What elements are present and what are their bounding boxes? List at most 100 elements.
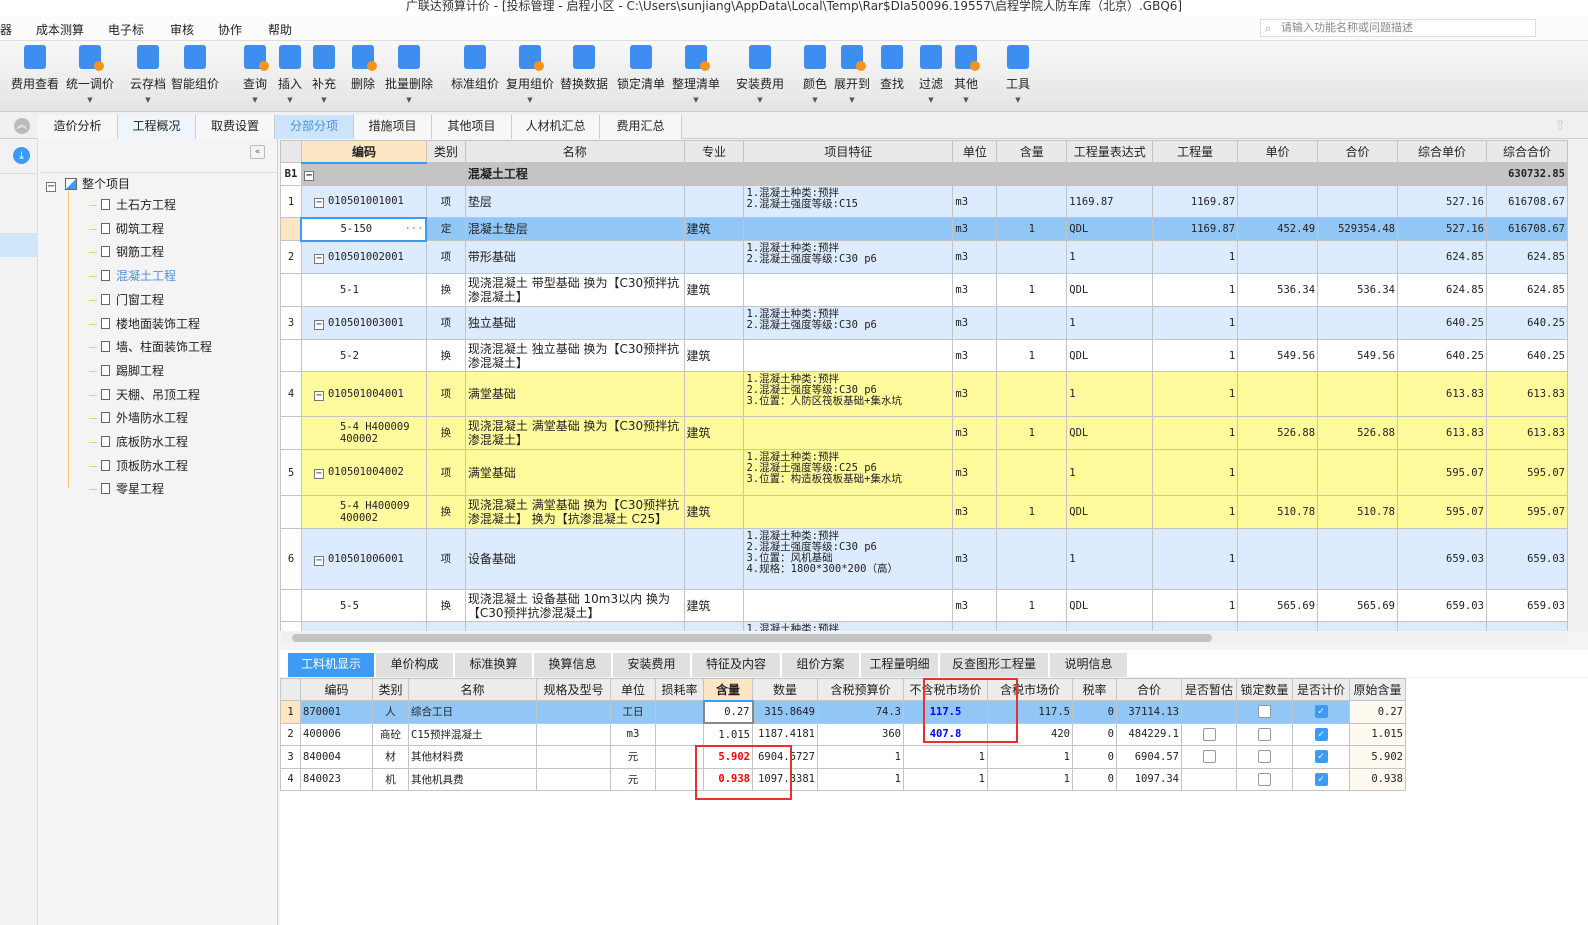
table-row[interactable]: 5-5 换 现浇混凝土 设备基础 10m3以内 换为【C30预拌抗渗混凝土】 建筑 m3…: [280, 589, 1568, 622]
cell-[interactable]: [280, 589, 302, 622]
cell-编码[interactable]: −010501002001: [300, 240, 427, 274]
detail-tab-0[interactable]: 工料机显示: [288, 653, 376, 677]
tree-item[interactable]: 零星工程: [89, 480, 164, 497]
priced-checkbox[interactable]: ✓: [1314, 772, 1328, 786]
column-header[interactable]: 专业: [683, 140, 745, 163]
column-header[interactable]: 编码: [300, 140, 427, 164]
cell-工程量[interactable]: 1: [1152, 449, 1239, 496]
cell-不含税市场价[interactable]: 1: [903, 767, 988, 791]
cell-损耗率[interactable]: [655, 700, 704, 724]
cell-名称[interactable]: 设备基础: [464, 528, 685, 590]
column-header[interactable]: 合价: [1317, 140, 1399, 163]
cell-编码[interactable]: [300, 621, 427, 631]
cell-综合单价[interactable]: 613.83: [1397, 371, 1487, 417]
cell-数量[interactable]: 1187.4181: [752, 722, 818, 746]
cell-专业[interactable]: [683, 240, 745, 274]
toolbar-button-18[interactable]: 过滤 ▼: [919, 45, 943, 104]
toolbar-button-5[interactable]: 插入 ▼: [278, 45, 302, 104]
column-header[interactable]: 合价: [1116, 678, 1182, 701]
cell-专业[interactable]: 建筑: [683, 589, 745, 622]
table-row[interactable]: 5-4 H400009 400002 换 现浇混凝土 满堂基础 换为【C30预拌抗渗…: [280, 495, 1568, 529]
cell-工程量表达式[interactable]: QDL: [1066, 416, 1154, 450]
cell-编码[interactable]: 5-150 ···: [300, 216, 428, 242]
lock-quantity-checkbox[interactable]: [1258, 727, 1271, 741]
menu-item[interactable]: 协作: [218, 21, 242, 38]
cell-编码[interactable]: 400006: [300, 722, 373, 746]
cell-税率[interactable]: 0: [1072, 767, 1117, 791]
column-header[interactable]: 税率: [1072, 678, 1117, 701]
lock-quantity-checkbox[interactable]: [1258, 772, 1271, 786]
more-icon[interactable]: ···: [404, 223, 423, 235]
cell-[interactable]: [280, 339, 302, 372]
cell-类别[interactable]: 换: [425, 339, 466, 372]
cell-项目特征[interactable]: 1.混凝土种类:预拌: [743, 621, 954, 631]
cell-合价[interactable]: [1317, 528, 1399, 590]
tab-5[interactable]: 其他项目: [432, 115, 512, 139]
cell-专业[interactable]: 建筑: [683, 339, 745, 372]
cell-名称[interactable]: 混凝土垫层: [464, 217, 685, 241]
cell-专业[interactable]: 建筑: [683, 495, 745, 529]
cell-[interactable]: 2: [280, 240, 302, 274]
detail-tab-1[interactable]: 单价构成: [376, 653, 455, 677]
cell-合价[interactable]: 529354.48: [1317, 217, 1399, 241]
cell-综合单价[interactable]: 595.07: [1397, 449, 1487, 496]
cell-项目特征[interactable]: 1.混凝土种类:预拌 2.混凝土强度等级:C30 p6 3.位置：风机基础 4.…: [743, 528, 954, 590]
cell-名称[interactable]: 现浇混凝土 满堂基础 换为【C30预拌抗渗混凝土】: [464, 416, 685, 450]
collapse-icon[interactable]: −: [313, 319, 324, 330]
cell-合价[interactable]: 526.88: [1317, 416, 1399, 450]
cell-合价[interactable]: 549.56: [1317, 339, 1399, 372]
cell-单位[interactable]: m3: [952, 306, 998, 340]
collapse-up-icon[interactable]: ︽: [14, 118, 30, 134]
cell-综合单价[interactable]: 595.07: [1397, 495, 1487, 529]
toolbar-button-16[interactable]: 展开到 ▼: [834, 45, 870, 104]
cell-项目特征[interactable]: [743, 339, 954, 372]
tree-item[interactable]: 混凝土工程: [89, 267, 176, 284]
cell-工程量表达式[interactable]: 1: [1066, 240, 1154, 274]
cell-规格及型号[interactable]: [536, 745, 611, 769]
cell-项目特征[interactable]: [743, 416, 954, 450]
cell-名称[interactable]: 独立基础: [464, 306, 685, 340]
tab-2[interactable]: 取费设置: [196, 115, 275, 139]
cell-单位[interactable]: m3: [952, 185, 998, 218]
cell-单价[interactable]: 536.34: [1237, 273, 1319, 307]
menu-item[interactable]: 器: [0, 21, 12, 38]
dropdown-arrow-icon[interactable]: ▼: [672, 96, 720, 104]
cell-类别[interactable]: [425, 162, 466, 186]
cell-编码[interactable]: −010501003001: [300, 306, 427, 340]
cell-项目特征[interactable]: [743, 495, 954, 529]
cell-综合合价[interactable]: 624.85: [1485, 240, 1568, 274]
table-row[interactable]: 5-1 换 现浇混凝土 带型基础 换为【C30预拌抗渗混凝土】 建筑 m3 1 QDL 1 53…: [280, 273, 1568, 307]
cell-类别[interactable]: 定: [425, 217, 466, 241]
cell-含量[interactable]: 1: [996, 589, 1068, 622]
cell-类别[interactable]: 材: [372, 745, 409, 769]
dropdown-arrow-icon[interactable]: ▼: [803, 96, 827, 104]
tab-1[interactable]: 工程概况: [118, 115, 196, 139]
cell-名称[interactable]: 混凝土工程: [464, 162, 685, 186]
cell-工程量表达式[interactable]: 1: [1066, 371, 1154, 417]
column-header[interactable]: 项目特征: [743, 140, 954, 163]
detail-tab-8[interactable]: 反查图形工程量: [940, 653, 1050, 677]
cell-综合合价[interactable]: 613.83: [1485, 371, 1568, 417]
cell-编码[interactable]: −010501006001: [300, 528, 427, 590]
column-header[interactable]: 是否计价: [1292, 678, 1350, 701]
cell-类别[interactable]: 项: [425, 449, 466, 496]
cell-名称[interactable]: 现浇混凝土 独立基础 换为【C30预拌抗渗混凝土】: [464, 339, 685, 372]
column-header[interactable]: 综合单价: [1397, 140, 1487, 163]
dropdown-arrow-icon[interactable]: ▼: [243, 96, 267, 104]
cell-单位[interactable]: m3: [952, 371, 998, 417]
cell-工程量表达式[interactable]: QDL: [1066, 339, 1154, 372]
toolbar-button-3[interactable]: 智能组价: [171, 45, 219, 92]
cell-专业[interactable]: [683, 185, 745, 218]
detail-tab-9[interactable]: 说明信息: [1050, 653, 1129, 677]
cell-含量[interactable]: 1.015: [703, 722, 753, 746]
table-row[interactable]: 1 870001 人综合工日 工日 0.27 315.8649 74.3 117.5 117.5…: [280, 699, 1406, 724]
cell-[interactable]: 4: [280, 371, 302, 417]
cell-[interactable]: 5: [280, 449, 302, 496]
dropdown-arrow-icon[interactable]: ▼: [506, 96, 554, 104]
scrollbar-thumb[interactable]: [292, 634, 1212, 642]
cell-单价[interactable]: 549.56: [1237, 339, 1319, 372]
table-row[interactable]: 5-2 换 现浇混凝土 独立基础 换为【C30预拌抗渗混凝土】 建筑 m3 1 QDL 1 54…: [280, 339, 1568, 372]
column-header[interactable]: 综合合价: [1485, 140, 1568, 163]
horizontal-scrollbar[interactable]: [282, 632, 1568, 643]
cell-专业[interactable]: 建筑: [683, 416, 745, 450]
